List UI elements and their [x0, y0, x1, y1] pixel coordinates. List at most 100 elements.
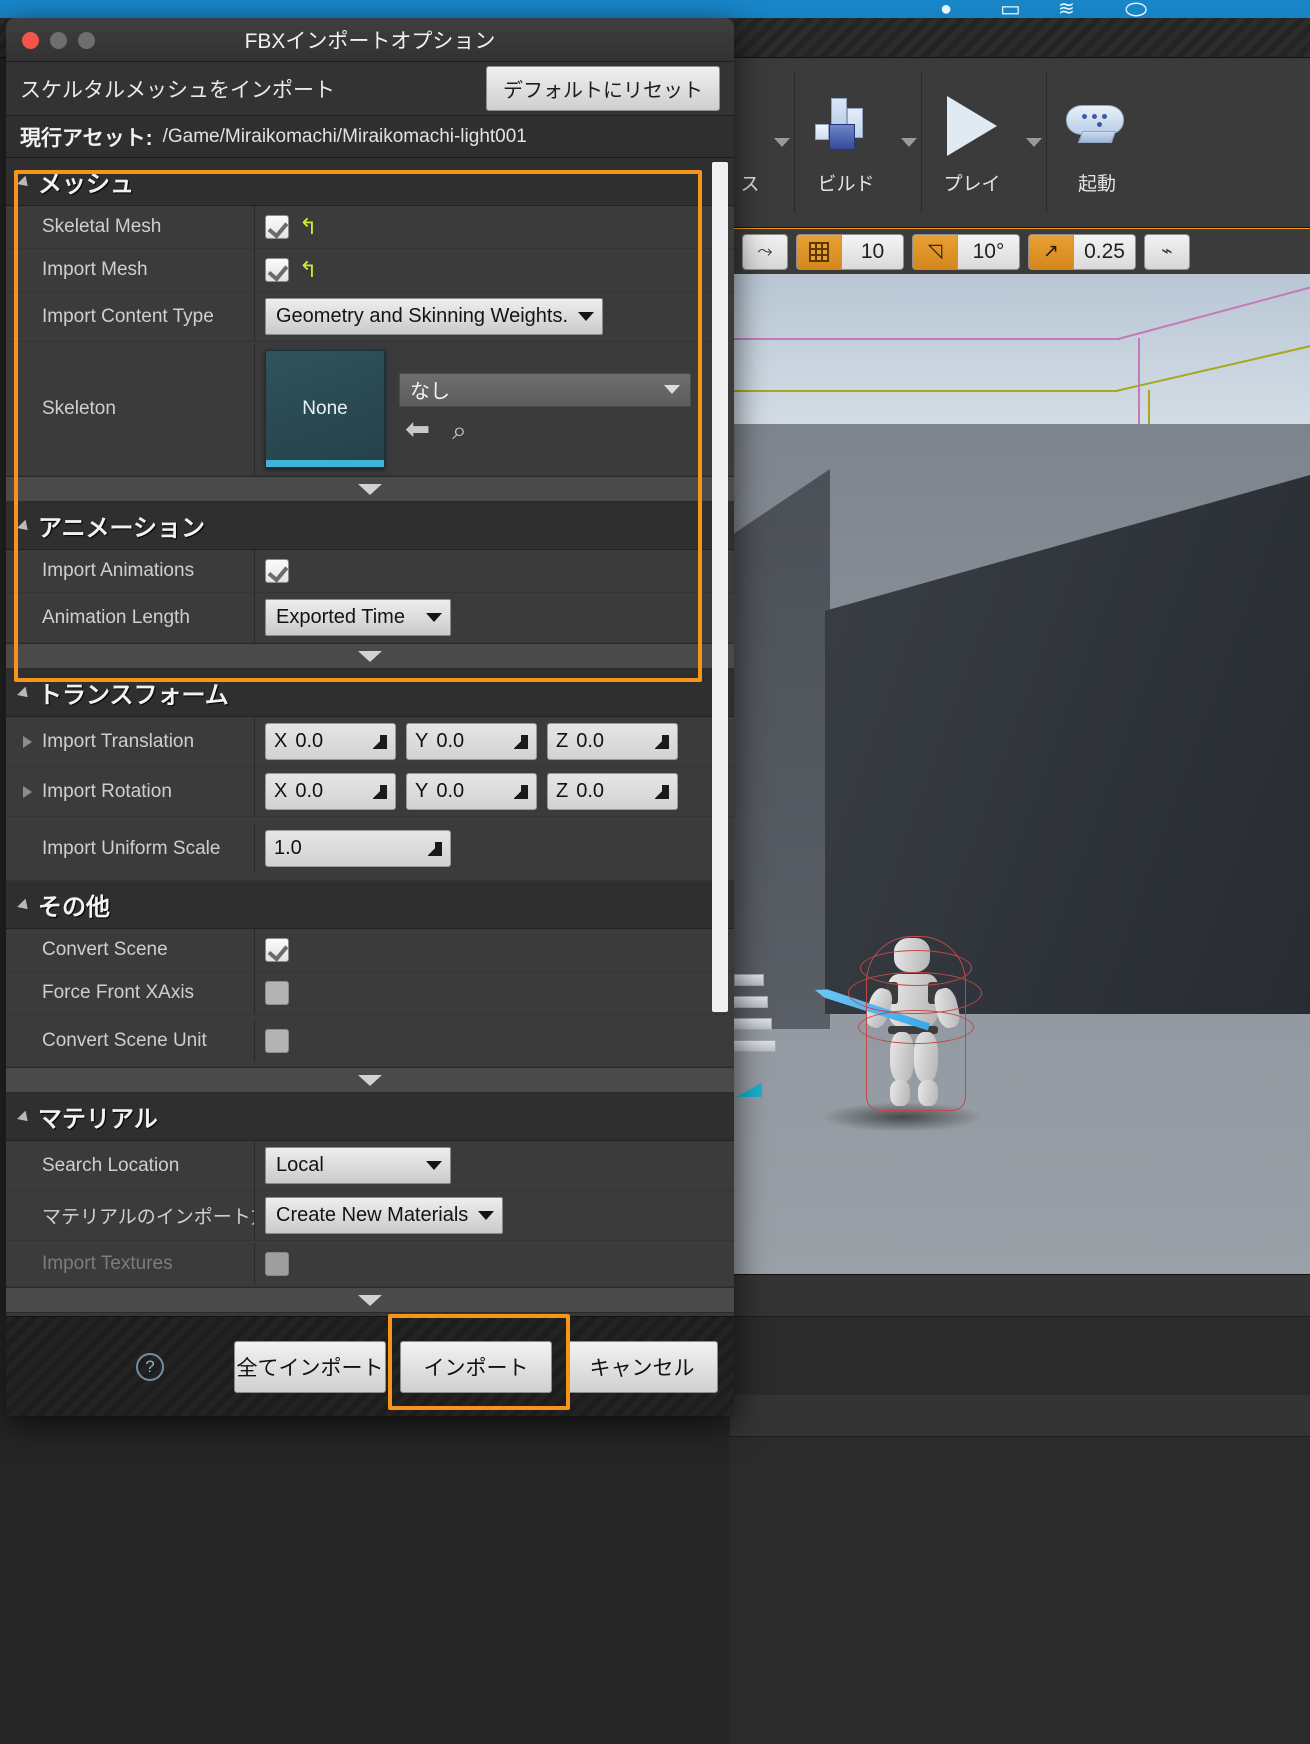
- row-import-animations: Import Animations: [6, 550, 734, 593]
- row-import-textures: Import Textures: [6, 1241, 734, 1287]
- close-window-button[interactable]: [22, 32, 39, 49]
- reset-value-icon[interactable]: ↰: [299, 216, 317, 238]
- section-header-misc[interactable]: その他: [6, 881, 734, 929]
- reset-value-icon[interactable]: ↰: [299, 259, 317, 281]
- collapse-triangle-icon[interactable]: [17, 175, 32, 190]
- convert-scene-unit-checkbox[interactable]: [265, 1028, 289, 1053]
- import-button[interactable]: インポート: [400, 1340, 552, 1393]
- spinner-icon[interactable]: [655, 734, 669, 749]
- collapse-triangle-icon[interactable]: [17, 686, 32, 701]
- convert-scene-checkbox[interactable]: [265, 938, 289, 962]
- toolbar-item-play-label: プレイ: [943, 174, 1001, 195]
- animation-length-dropdown[interactable]: Exported Time: [265, 599, 451, 636]
- section-splitter[interactable]: [6, 476, 734, 502]
- expand-triangle-icon[interactable]: [23, 735, 32, 748]
- section-title-animation: アニメーション: [38, 515, 206, 542]
- spinner-icon[interactable]: [514, 734, 528, 749]
- scale-snap-value[interactable]: 0.25: [1073, 234, 1135, 269]
- row-search-location: Search Location Local: [6, 1141, 734, 1191]
- help-question-icon[interactable]: ?: [136, 1353, 164, 1381]
- skeleton-select-dropdown[interactable]: なし: [399, 372, 691, 407]
- window-controls: [22, 32, 95, 49]
- rotation-z-field[interactable]: Z 0.0: [547, 773, 678, 810]
- collapse-triangle-icon[interactable]: [17, 1110, 32, 1125]
- force-front-xaxis-checkbox[interactable]: [265, 981, 289, 1005]
- row-label: Import Translation: [6, 731, 254, 753]
- row-label: Import Uniform Scale: [42, 837, 221, 859]
- material-import-method-dropdown[interactable]: Create New Materials: [265, 1197, 504, 1234]
- rotation-snap-icon[interactable]: ◹: [913, 234, 957, 269]
- level-viewport[interactable]: [730, 274, 1310, 1274]
- import-all-button[interactable]: 全てインポート: [234, 1340, 386, 1393]
- section-splitter[interactable]: [6, 1287, 734, 1313]
- import-animations-checkbox[interactable]: [265, 559, 289, 583]
- uniform-scale-field[interactable]: 1.0: [265, 830, 451, 867]
- browse-search-icon[interactable]: ⌕: [452, 417, 467, 443]
- skeleton-asset-thumbnail[interactable]: None: [265, 349, 385, 468]
- spinner-icon[interactable]: [373, 734, 387, 749]
- section-body-material: Search Location Local マテリアルのインポート方 Creat…: [6, 1141, 734, 1287]
- import-content-type-dropdown[interactable]: Geometry and Skinning Weights.: [265, 298, 604, 335]
- scale-snap-group[interactable]: ↗ 0.25: [1028, 233, 1136, 270]
- minimize-window-button[interactable]: [50, 32, 67, 49]
- toolbar-item-settings[interactable]: ス: [730, 58, 770, 227]
- dialog-title-bar[interactable]: FBXインポートオプション: [6, 18, 734, 62]
- maximize-window-button[interactable]: [78, 32, 95, 49]
- fbx-import-options-dialog: FBXインポートオプション スケルタルメッシュをインポート デフォルトにリセット…: [6, 18, 734, 1416]
- section-splitter[interactable]: [6, 643, 734, 669]
- spinner-icon[interactable]: [514, 784, 528, 799]
- surface-snap-group[interactable]: ⤳: [742, 233, 788, 270]
- grid-snap-icon[interactable]: [797, 234, 841, 269]
- rotation-snap-value[interactable]: 10°: [957, 234, 1019, 269]
- grid-snap-group[interactable]: 10: [796, 233, 904, 270]
- chevron-down-icon: [664, 385, 680, 394]
- section-title-material: マテリアル: [38, 1106, 158, 1133]
- panel-strip: [730, 1395, 1310, 1437]
- spinner-icon[interactable]: [428, 841, 442, 856]
- toolbar-item-play[interactable]: プレイ: [922, 58, 1022, 227]
- volume-edge-line: [730, 338, 1120, 340]
- rotation-snap-group[interactable]: ◹ 10°: [912, 233, 1020, 270]
- scale-snap-icon[interactable]: ↗: [1029, 234, 1073, 269]
- section-splitter[interactable]: [6, 1067, 734, 1093]
- spinner-icon[interactable]: [655, 784, 669, 799]
- collapse-triangle-icon[interactable]: [17, 898, 32, 913]
- toolbar-item-build[interactable]: ビルド: [795, 58, 897, 227]
- options-scroll-area[interactable]: メッシュ Skeletal Mesh ↰ Import Mesh ↰ Impor…: [6, 158, 734, 1316]
- translation-z-field[interactable]: Z 0.0: [547, 723, 678, 760]
- back-arrow-icon[interactable]: ⬅: [405, 414, 430, 445]
- chevron-down-icon[interactable]: [901, 138, 917, 147]
- translation-y-field[interactable]: Y 0.0: [406, 723, 537, 760]
- surface-snap-icon[interactable]: ⤳: [743, 234, 787, 269]
- skeletal-mesh-checkbox[interactable]: [265, 215, 289, 239]
- skeletal-mesh-actor[interactable]: [840, 934, 990, 1132]
- options-scrollbar-thumb[interactable]: [712, 162, 728, 1012]
- toolbar-item-launch[interactable]: 起動: [1047, 58, 1147, 227]
- section-header-transform[interactable]: トランスフォーム: [6, 669, 734, 717]
- grid-snap-value[interactable]: 10: [841, 234, 903, 269]
- chevron-down-icon[interactable]: [774, 138, 790, 147]
- toolbar-item-launch-label: 起動: [1077, 174, 1116, 195]
- section-header-mesh[interactable]: メッシュ: [6, 158, 734, 206]
- reset-to-default-button[interactable]: デフォルトにリセット: [486, 66, 720, 111]
- toolbar-item-settings-label: ス: [740, 174, 760, 195]
- row-animation-length: Animation Length Exported Time: [6, 593, 734, 643]
- section-header-material[interactable]: マテリアル: [6, 1093, 734, 1141]
- cancel-button[interactable]: キャンセル: [566, 1340, 718, 1393]
- collapse-triangle-icon[interactable]: [17, 519, 32, 534]
- import-mesh-checkbox[interactable]: [265, 258, 289, 282]
- camera-speed-group[interactable]: ⌁: [1144, 233, 1190, 270]
- row-label: Skeletal Mesh: [42, 216, 162, 237]
- camera-speed-icon[interactable]: ⌁: [1145, 234, 1189, 269]
- chevron-down-icon[interactable]: [1026, 138, 1042, 147]
- build-icon: [813, 89, 879, 163]
- section-body-mesh: Skeletal Mesh ↰ Import Mesh ↰ Import Con…: [6, 206, 734, 476]
- section-header-animation[interactable]: アニメーション: [6, 502, 734, 550]
- rotation-x-field[interactable]: X 0.0: [265, 773, 396, 810]
- rotation-y-field[interactable]: Y 0.0: [406, 773, 537, 810]
- rotation-y-value: 0.0: [436, 780, 465, 802]
- search-location-dropdown[interactable]: Local: [265, 1147, 451, 1184]
- expand-triangle-icon[interactable]: [23, 785, 32, 798]
- spinner-icon[interactable]: [373, 784, 387, 799]
- translation-x-field[interactable]: X 0.0: [265, 723, 396, 760]
